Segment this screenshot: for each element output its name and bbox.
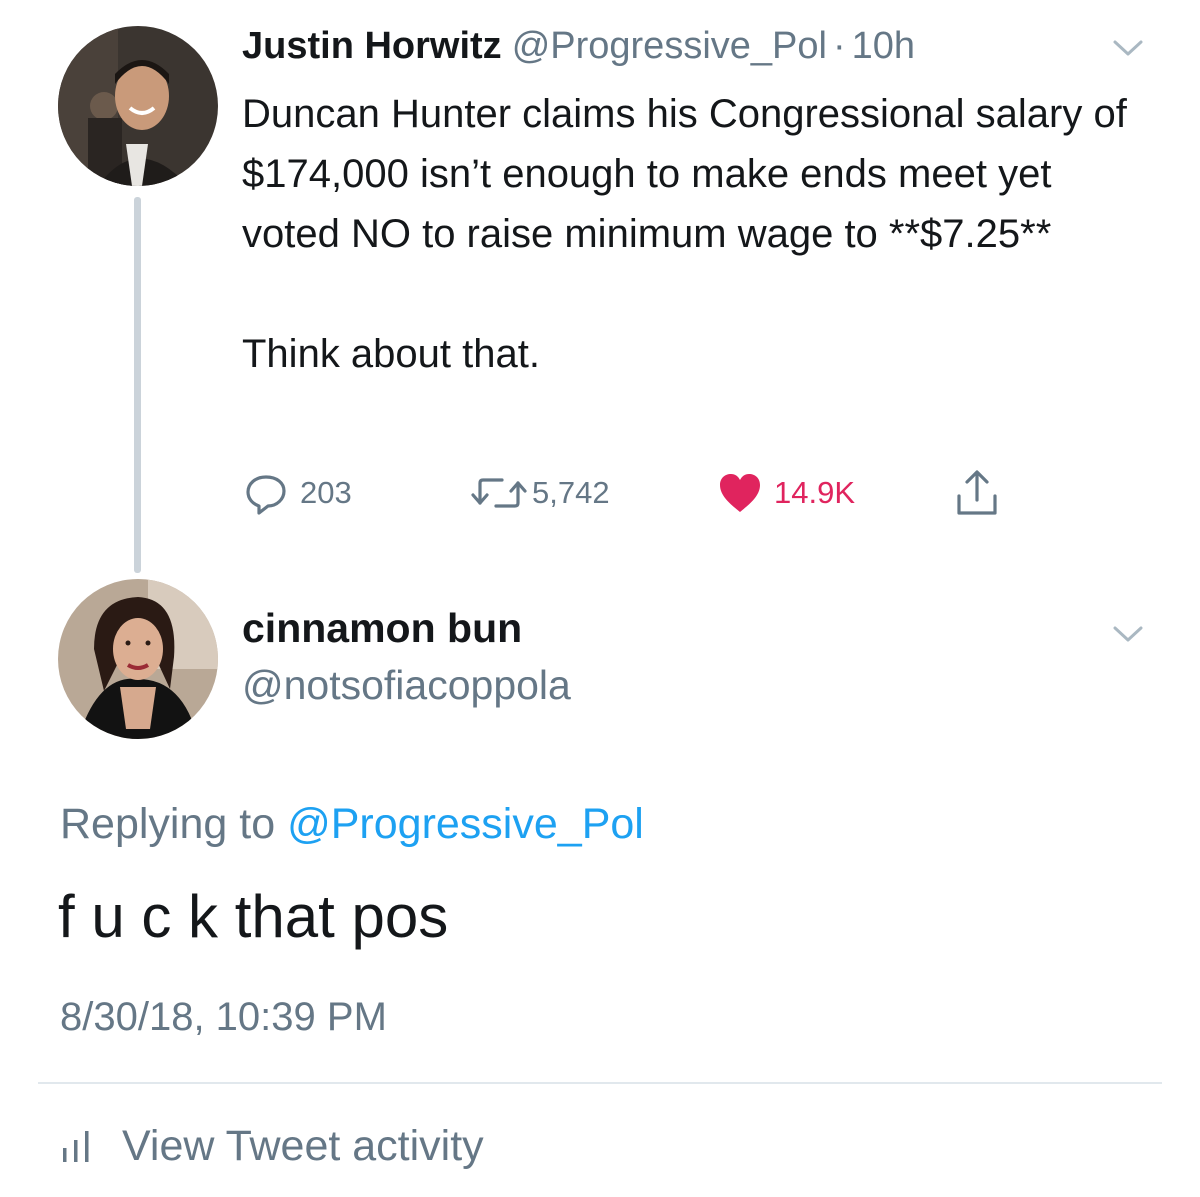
tweet-text: Duncan Hunter claims his Congressional s… <box>242 92 1127 376</box>
chevron-down-icon[interactable] <box>1112 38 1144 58</box>
divider <box>38 1082 1162 1084</box>
tweet-actions: 203 5,742 14.9K <box>0 465 1200 521</box>
time-separator: · <box>832 25 846 67</box>
reply-text: f u c k that pos <box>58 883 449 950</box>
reply-author-name[interactable]: cinnamon bun <box>242 605 522 652</box>
author-handle[interactable]: @Progressive_Pol <box>512 25 827 67</box>
avatar-cinnamon-bun[interactable] <box>58 579 218 739</box>
tweet-timestamp[interactable]: 8/30/18, 10:39 PM <box>60 995 387 1040</box>
reply-count: 203 <box>300 475 352 510</box>
tweet-header: Justin Horwitz @Progressive_Pol · 10h <box>242 22 915 70</box>
share-upload-icon <box>957 470 997 515</box>
replying-to-line: Replying to @Progressive_Pol <box>60 800 644 849</box>
retweet-button[interactable]: 5,742 <box>470 465 610 521</box>
view-tweet-activity-label: View Tweet activity <box>122 1121 484 1170</box>
replying-to-handle-link[interactable]: @Progressive_Pol <box>287 800 644 848</box>
chevron-down-icon[interactable] <box>1112 624 1144 644</box>
avatar-photo <box>58 579 218 739</box>
retweet-count: 5,742 <box>532 475 610 510</box>
avatar-justin-horwitz[interactable] <box>58 26 218 186</box>
reply-button[interactable]: 203 <box>244 465 352 521</box>
comment-bubble-icon <box>246 475 286 515</box>
bar-chart-icon <box>63 1131 89 1162</box>
avatar-photo <box>58 26 218 186</box>
view-tweet-activity-button[interactable]: View Tweet activity <box>60 1118 484 1174</box>
like-button[interactable]: 14.9K <box>718 465 855 521</box>
reply-author-handle[interactable]: @notsofiacoppola <box>242 662 571 709</box>
replying-to-prefix: Replying to <box>60 800 276 848</box>
like-count: 14.9K <box>774 475 856 510</box>
heart-icon <box>720 474 760 512</box>
retweet-icon <box>471 478 527 508</box>
share-button[interactable] <box>954 465 1000 521</box>
tweet-age[interactable]: 10h <box>852 25 915 67</box>
author-name[interactable]: Justin Horwitz <box>242 25 502 67</box>
